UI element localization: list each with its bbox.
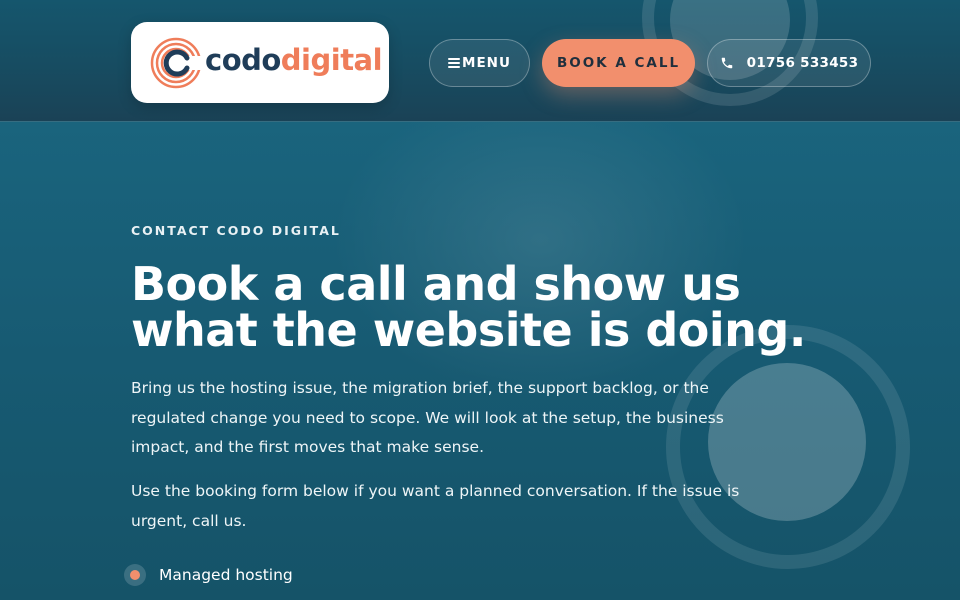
phone-number: 01756 533453 bbox=[746, 55, 859, 71]
page-title-line-2: what the website is doing. bbox=[131, 303, 806, 357]
booking-paragraph: Use the booking form below if you want a… bbox=[131, 482, 740, 530]
feature-list-item: Managed hosting bbox=[124, 562, 293, 588]
page: cododigital MENU BOOK A CALL 01756 53345… bbox=[0, 0, 960, 600]
logo-text-digital: digital bbox=[280, 43, 383, 77]
intro-paragraph: Bring us the hosting issue, the migratio… bbox=[131, 379, 724, 456]
phone-button[interactable]: 01756 533453 bbox=[707, 39, 871, 87]
site-header: cododigital MENU BOOK A CALL 01756 53345… bbox=[0, 0, 960, 122]
hamburger-icon bbox=[448, 56, 461, 70]
phone-icon bbox=[721, 57, 732, 69]
menu-button-label: MENU bbox=[462, 55, 511, 71]
page-title: Book a call and show us what the website… bbox=[131, 261, 851, 353]
eyebrow-label: CONTACT CODO DIGITAL bbox=[131, 223, 341, 238]
feature-label: Managed hosting bbox=[159, 566, 293, 584]
logo-wordmark: cododigital bbox=[205, 42, 383, 78]
book-a-call-button[interactable]: BOOK A CALL bbox=[542, 39, 695, 87]
logo-mark-icon bbox=[150, 37, 203, 89]
book-a-call-label: BOOK A CALL bbox=[556, 55, 681, 71]
menu-button[interactable]: MENU bbox=[429, 39, 530, 87]
logo-link[interactable]: cododigital bbox=[131, 22, 389, 103]
logo-text-codo: codo bbox=[205, 43, 281, 77]
bullet-dot-icon bbox=[124, 564, 146, 586]
